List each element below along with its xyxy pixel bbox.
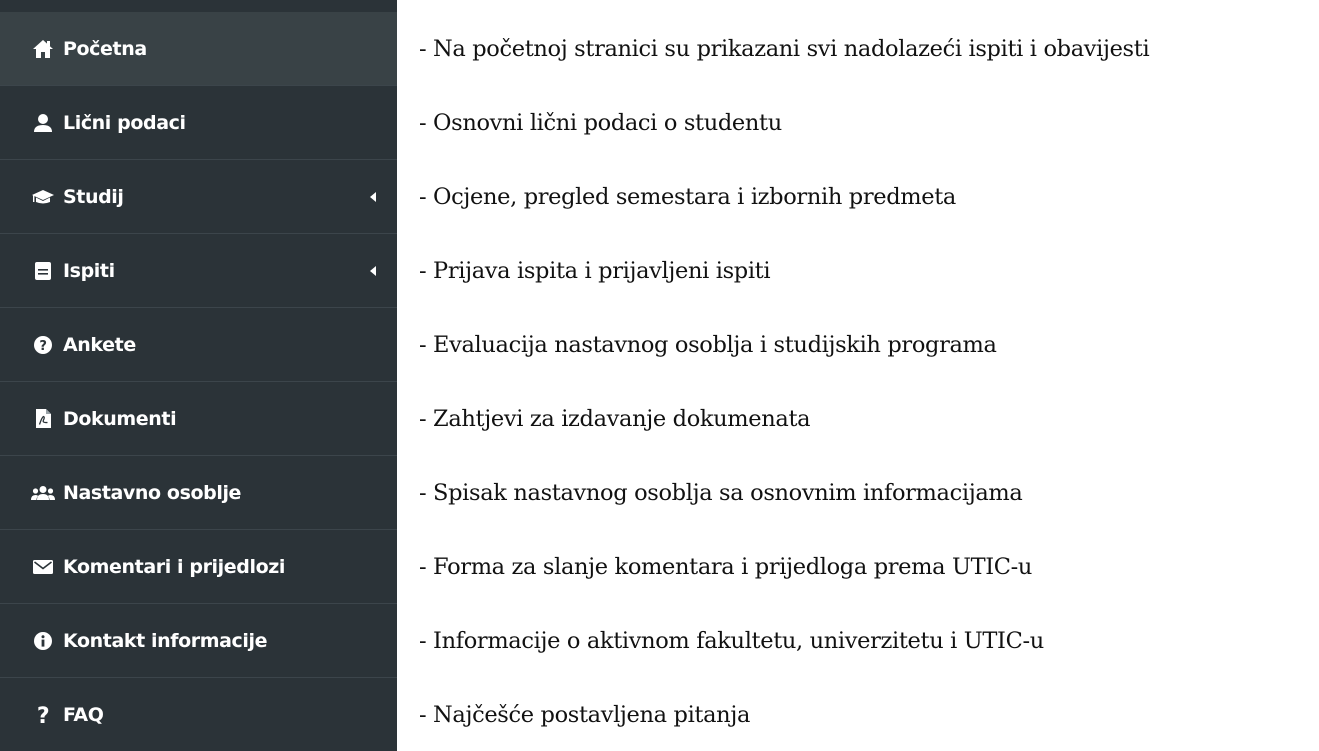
envelope-icon	[31, 555, 55, 579]
sidebar-item-label: Ispiti	[63, 259, 115, 282]
sidebar-item-label: Lični podaci	[63, 111, 186, 134]
sidebar-item-label: Komentari i prijedlozi	[63, 555, 286, 578]
description-pocetna: - Na početnoj stranici su prikazani svi …	[419, 36, 1150, 62]
description-faq: - Najčešće postavljena pitanja	[419, 702, 751, 728]
pdf-file-icon	[31, 407, 55, 431]
sidebar-item-ankete[interactable]: ? Ankete	[0, 308, 397, 382]
sidebar-item-label: Dokumenti	[63, 407, 177, 430]
page: Početna Lični podaci Studij Ispiti ? Ank…	[0, 0, 1319, 751]
question-mark-icon: ?	[31, 703, 55, 727]
sidebar-item-label: Ankete	[63, 333, 136, 356]
graduation-cap-icon	[31, 185, 55, 209]
sidebar-item-licni-podaci[interactable]: Lični podaci	[0, 86, 397, 160]
sidebar-nav: Početna Lični podaci Studij Ispiti ? Ank…	[0, 0, 397, 751]
sidebar-item-label: FAQ	[63, 704, 104, 726]
caret-left-icon	[370, 191, 376, 202]
svg-text:?: ?	[39, 339, 46, 354]
home-icon	[31, 37, 55, 61]
sidebar-item-studij[interactable]: Studij	[0, 160, 397, 234]
description-dokumenti: - Zahtjevi za izdavanje dokumenata	[419, 406, 811, 432]
description-licni-podaci: - Osnovni lični podaci o studentu	[419, 110, 782, 136]
sidebar-item-label: Početna	[63, 37, 147, 60]
sidebar-item-faq[interactable]: ? FAQ	[0, 678, 397, 751]
sidebar-item-label: Studij	[63, 185, 124, 208]
question-circle-icon: ?	[31, 333, 55, 357]
caret-left-icon	[370, 265, 376, 276]
description-studij: - Ocjene, pregled semestara i izbornih p…	[419, 184, 956, 210]
info-circle-icon	[31, 629, 55, 653]
sidebar-item-pocetna[interactable]: Početna	[0, 12, 397, 86]
user-icon	[31, 111, 55, 135]
description-kontakt-informacije: - Informacije o aktivnom fakultetu, univ…	[419, 628, 1044, 654]
sidebar-item-dokumenti[interactable]: Dokumenti	[0, 382, 397, 456]
svg-text:?: ?	[37, 704, 49, 726]
sidebar-item-komentari-i-prijedlozi[interactable]: Komentari i prijedlozi	[0, 530, 397, 604]
description-ispiti: - Prijava ispita i prijavljeni ispiti	[419, 258, 771, 284]
sidebar-item-label: Nastavno osoblje	[63, 481, 242, 504]
sidebar-item-nastavno-osoblje[interactable]: Nastavno osoblje	[0, 456, 397, 530]
description-nastavno-osoblje: - Spisak nastavnog osoblja sa osnovnim i…	[419, 480, 1023, 506]
book-icon	[31, 259, 55, 283]
description-komentari-i-prijedlozi: - Forma za slanje komentara i prijedloga…	[419, 554, 1033, 580]
sidebar-item-kontakt-informacije[interactable]: Kontakt informacije	[0, 604, 397, 678]
users-icon	[31, 481, 55, 505]
sidebar-item-ispiti[interactable]: Ispiti	[0, 234, 397, 308]
description-ankete: - Evaluacija nastavnog osoblja i studijs…	[419, 332, 997, 358]
sidebar-item-label: Kontakt informacije	[63, 629, 268, 652]
